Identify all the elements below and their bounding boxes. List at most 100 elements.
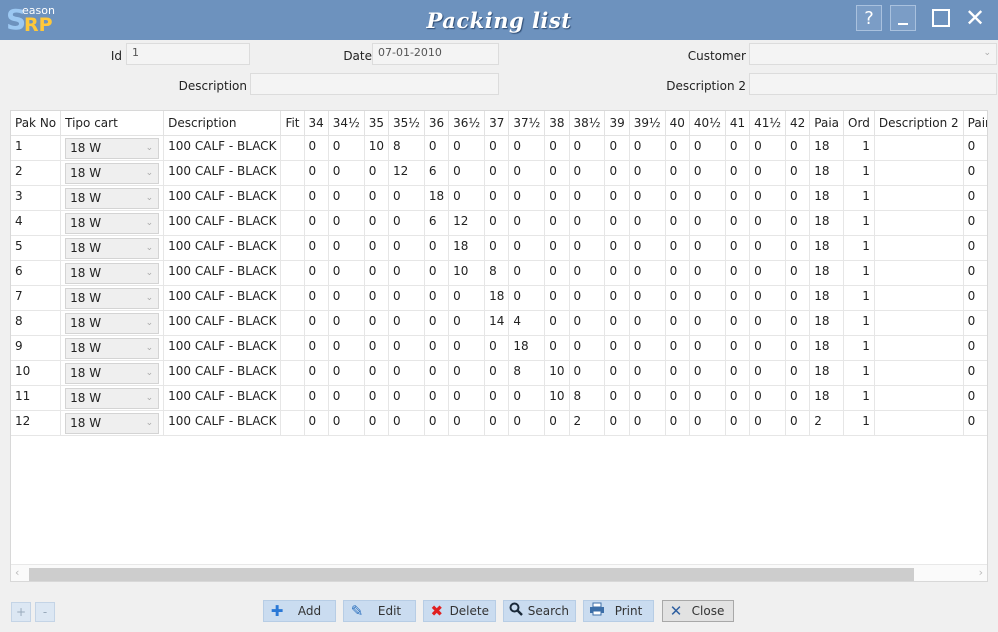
table-row[interactable]: 10 18 W ⌄ 100 CALF - BLACK 0 0 0 0 0 0 0 8 10 0 0 0 0 0 0 0… (11, 360, 987, 386)
size-qty-cell[interactable]: 0 (544, 235, 570, 261)
size-qty-cell[interactable]: 0 (508, 260, 546, 286)
size-qty-cell[interactable]: 10 (448, 260, 486, 286)
description2-cell[interactable] (874, 210, 964, 236)
size-qty-cell[interactable]: 0 (665, 185, 690, 211)
description-cell[interactable]: 100 CALF - BLACK (163, 160, 282, 186)
size-qty-cell[interactable]: 0 (388, 310, 425, 336)
size-qty-cell[interactable]: 0 (749, 310, 787, 336)
table-row[interactable]: 9 18 W ⌄ 100 CALF - BLACK 0 0 0 0 0 0 0 18 0 0 0 0 0 0 0 0 0… (11, 335, 987, 361)
pak-no-cell[interactable]: 9 (11, 335, 62, 361)
size-qty-cell[interactable]: 4 (508, 310, 546, 336)
size-qty-cell[interactable]: 0 (629, 385, 666, 411)
size-qty-cell[interactable]: 0 (448, 185, 486, 211)
pak-no-cell[interactable]: 12 (11, 410, 62, 436)
size-qty-cell[interactable]: 0 (569, 135, 606, 161)
size-qty-cell[interactable]: 12 (448, 210, 486, 236)
tipo-cart-cell[interactable]: 18 W ⌄ (60, 135, 165, 161)
ord-cell[interactable]: 1 (843, 260, 875, 286)
size-qty-cell[interactable]: 0 (604, 310, 630, 336)
edit-button[interactable]: ✎ Edit (343, 600, 416, 622)
pak-no-cell[interactable]: 10 (11, 360, 62, 386)
table-row[interactable]: 11 18 W ⌄ 100 CALF - BLACK 0 0 0 0 0 0 0 0 10 8 0 0 0 0 0 0… (11, 385, 987, 411)
tipo-cart-cell[interactable]: 18 W ⌄ (60, 235, 165, 261)
tipo-cart-select[interactable]: 18 W ⌄ (65, 262, 160, 284)
size-qty-cell[interactable]: 0 (749, 335, 787, 361)
description-cell[interactable]: 100 CALF - BLACK (163, 360, 282, 386)
size-qty-cell[interactable]: 0 (689, 235, 726, 261)
size-qty-cell[interactable]: 0 (424, 410, 450, 436)
paia-cell[interactable]: 18 (809, 385, 845, 411)
description2-cell[interactable] (874, 135, 964, 161)
size-qty-cell[interactable]: 0 (749, 135, 787, 161)
size-qty-cell[interactable]: 0 (689, 360, 726, 386)
size-qty-cell[interactable]: 0 (448, 160, 486, 186)
size-qty-cell[interactable]: 0 (328, 360, 365, 386)
size-qty-cell[interactable]: 0 (749, 285, 787, 311)
size-qty-cell[interactable]: 0 (508, 185, 546, 211)
description2-cell[interactable] (874, 410, 964, 436)
tipo-cart-select[interactable]: 18 W ⌄ (65, 137, 160, 159)
size-qty-cell[interactable]: 0 (725, 160, 751, 186)
size-qty-cell[interactable]: 0 (629, 310, 666, 336)
tipo-cart-cell[interactable]: 18 W ⌄ (60, 285, 165, 311)
add-row-small-button[interactable]: + (11, 602, 31, 622)
fit-cell[interactable] (280, 235, 305, 261)
fit-cell[interactable] (280, 260, 305, 286)
pair-weight-cell[interactable]: 0 (963, 335, 987, 361)
column-header[interactable]: Description 2 (874, 111, 964, 136)
size-qty-cell[interactable]: 0 (749, 385, 787, 411)
column-header[interactable]: 37½ (508, 111, 546, 136)
size-qty-cell[interactable]: 0 (508, 135, 546, 161)
size-qty-cell[interactable]: 0 (328, 160, 365, 186)
table-row[interactable]: 2 18 W ⌄ 100 CALF - BLACK 0 0 0 12 6 0 0 0 0 0 0 0 0 0 0 0 0… (11, 160, 987, 186)
minimize-button[interactable] (890, 5, 916, 31)
size-qty-cell[interactable]: 0 (785, 185, 811, 211)
size-qty-cell[interactable]: 0 (448, 135, 486, 161)
size-qty-cell[interactable]: 0 (689, 260, 726, 286)
tipo-cart-select[interactable]: 18 W ⌄ (65, 162, 160, 184)
size-qty-cell[interactable]: 0 (725, 385, 751, 411)
size-qty-cell[interactable]: 0 (364, 260, 389, 286)
help-button[interactable]: ? (856, 5, 882, 31)
size-qty-cell[interactable]: 0 (544, 310, 570, 336)
size-qty-cell[interactable]: 0 (725, 335, 751, 361)
size-qty-cell[interactable]: 0 (388, 285, 425, 311)
tipo-cart-cell[interactable]: 18 W ⌄ (60, 410, 165, 436)
description2-cell[interactable] (874, 385, 964, 411)
size-qty-cell[interactable]: 0 (725, 135, 751, 161)
size-qty-cell[interactable]: 0 (665, 160, 690, 186)
size-qty-cell[interactable]: 0 (785, 135, 811, 161)
column-header[interactable]: 35½ (388, 111, 425, 136)
size-qty-cell[interactable]: 0 (508, 210, 546, 236)
pair-weight-cell[interactable]: 0 (963, 185, 987, 211)
size-qty-cell[interactable]: 10 (544, 360, 570, 386)
size-qty-cell[interactable]: 0 (544, 160, 570, 186)
size-qty-cell[interactable]: 0 (364, 210, 389, 236)
pak-no-cell[interactable]: 8 (11, 310, 62, 336)
description-cell[interactable]: 100 CALF - BLACK (163, 210, 282, 236)
size-qty-cell[interactable]: 0 (484, 235, 510, 261)
paia-cell[interactable]: 18 (809, 210, 845, 236)
size-qty-cell[interactable]: 0 (629, 160, 666, 186)
size-qty-cell[interactable]: 0 (665, 385, 690, 411)
pair-weight-cell[interactable]: 0 (963, 310, 987, 336)
size-qty-cell[interactable]: 0 (364, 385, 389, 411)
ord-cell[interactable]: 1 (843, 185, 875, 211)
description-field[interactable] (250, 73, 499, 95)
column-header[interactable]: Paia (809, 111, 845, 136)
size-qty-cell[interactable]: 0 (304, 185, 329, 211)
tipo-cart-cell[interactable]: 18 W ⌄ (60, 385, 165, 411)
size-qty-cell[interactable]: 0 (328, 285, 365, 311)
size-qty-cell[interactable]: 0 (304, 360, 329, 386)
size-qty-cell[interactable]: 0 (689, 335, 726, 361)
tipo-cart-select[interactable]: 18 W ⌄ (65, 337, 160, 359)
size-qty-cell[interactable]: 8 (388, 135, 425, 161)
size-qty-cell[interactable]: 8 (508, 360, 546, 386)
tipo-cart-select[interactable]: 18 W ⌄ (65, 362, 160, 384)
size-qty-cell[interactable]: 0 (328, 235, 365, 261)
maximize-button[interactable] (928, 5, 954, 31)
size-qty-cell[interactable]: 0 (629, 410, 666, 436)
size-qty-cell[interactable]: 18 (508, 335, 546, 361)
description-cell[interactable]: 100 CALF - BLACK (163, 185, 282, 211)
size-qty-cell[interactable]: 0 (448, 410, 486, 436)
